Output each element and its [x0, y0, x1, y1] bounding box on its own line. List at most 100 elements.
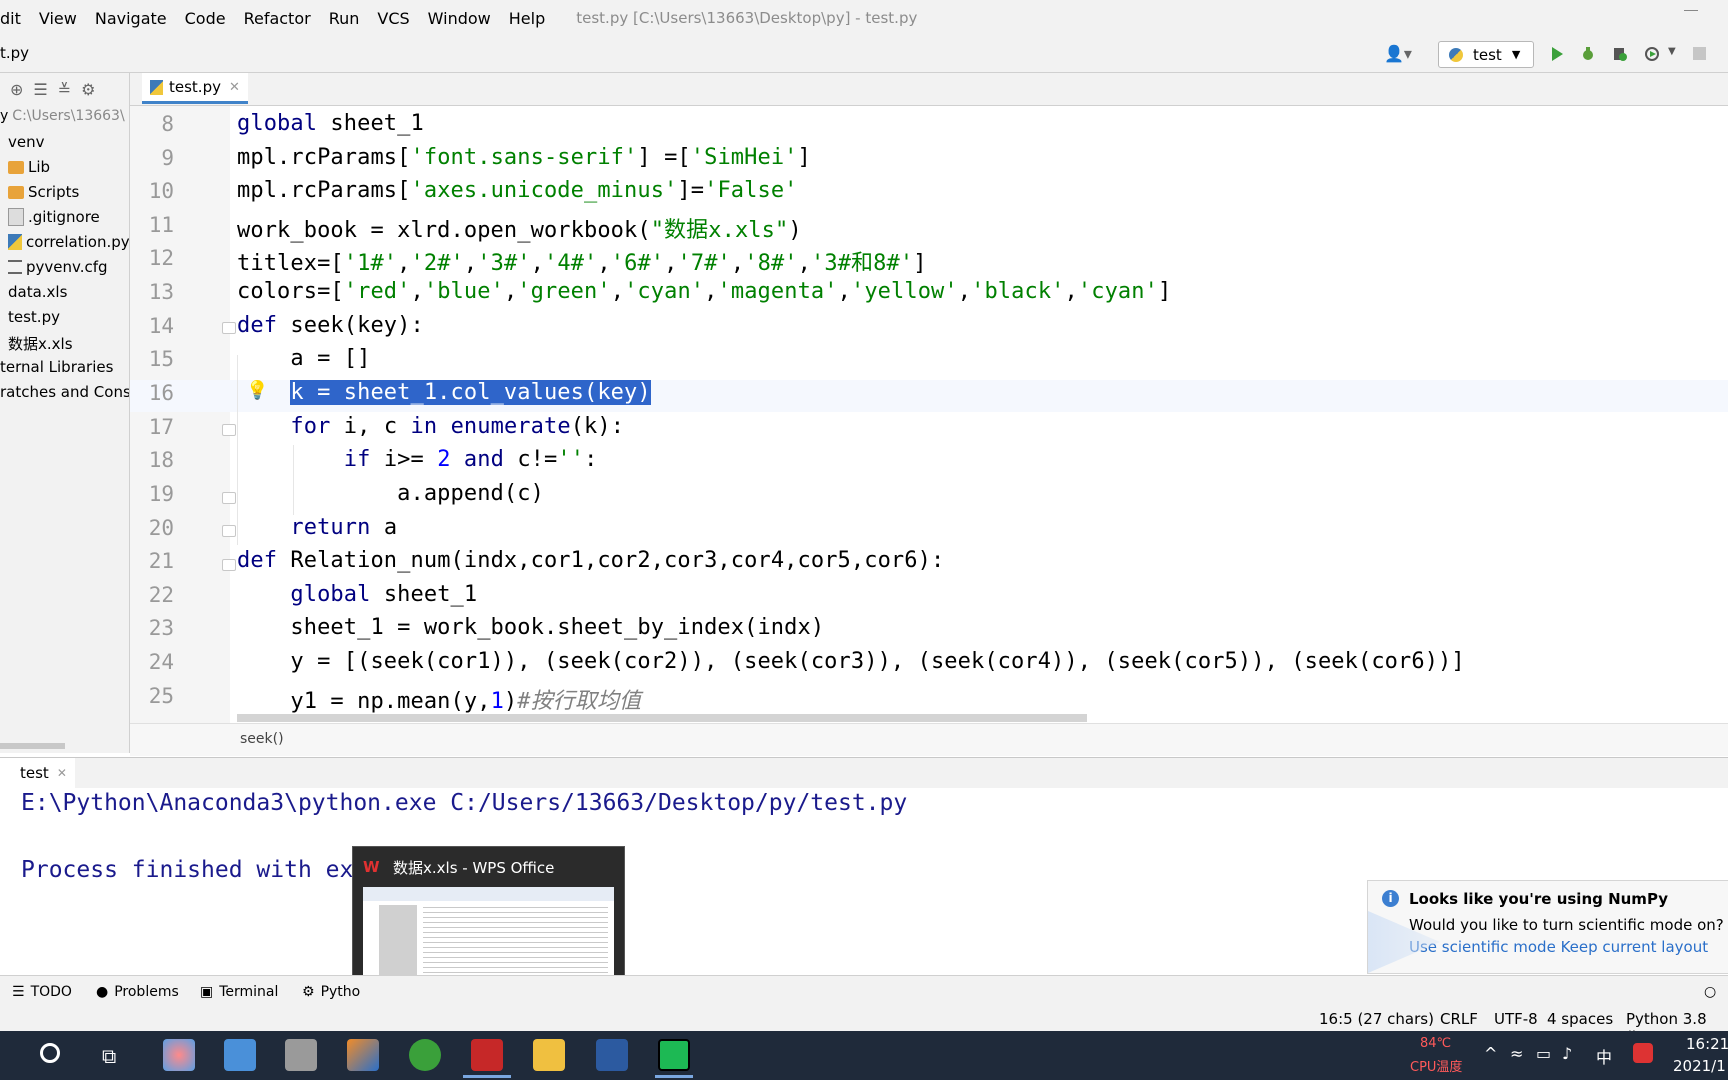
code-line: return a: [290, 515, 398, 540]
menu-run[interactable]: Run: [320, 9, 369, 28]
python-file-icon: [8, 234, 22, 250]
fold-marker[interactable]: [222, 424, 236, 436]
event-log-icon[interactable]: ○: [1704, 984, 1716, 1000]
computer-icon[interactable]: [224, 1039, 256, 1071]
menu-code[interactable]: Code: [176, 9, 235, 28]
tree-item-gitignore[interactable]: .gitignore: [8, 208, 100, 226]
close-icon[interactable]: ✕: [229, 80, 240, 95]
tree-item-label: 数据x.xls: [8, 335, 73, 353]
fold-marker[interactable]: [222, 492, 236, 504]
tree-item-correlation[interactable]: correlation.py: [8, 233, 129, 251]
stop-icon[interactable]: [1693, 47, 1706, 60]
tree-item-shuju-xls[interactable]: 数据x.xls: [8, 333, 73, 354]
menu-view[interactable]: View: [30, 9, 86, 28]
python-console-button[interactable]: ⚙ Pytho: [302, 984, 360, 1000]
project-root[interactable]: y C:\Users\13663\: [0, 108, 125, 124]
config-file-icon: [8, 260, 22, 274]
caret-position[interactable]: 16:5 (27 chars): [1319, 1010, 1434, 1028]
menu-edit[interactable]: dit: [0, 9, 30, 28]
expand-all-icon[interactable]: ☰: [33, 80, 47, 99]
fold-marker[interactable]: [222, 525, 236, 537]
profile-icon[interactable]: [1644, 46, 1660, 62]
close-icon[interactable]: ✕: [57, 766, 67, 780]
code-line: for i, c in enumerate(k):: [290, 414, 625, 439]
tree-item-lib[interactable]: Lib: [8, 158, 50, 176]
task-view-icon[interactable]: ⧉: [102, 1044, 116, 1068]
chevron-up-icon[interactable]: ^: [1484, 1044, 1497, 1063]
indent-setting[interactable]: 4 spaces: [1547, 1010, 1613, 1028]
notification-title: Looks like you're using NumPy: [1409, 890, 1668, 908]
clock-date[interactable]: 2021/1: [1673, 1057, 1726, 1075]
tree-item-venv[interactable]: venv: [8, 133, 45, 151]
minimize-button[interactable]: [1684, 10, 1698, 11]
tree-item-scripts[interactable]: Scripts: [8, 183, 79, 201]
active-app-indicator: [655, 1075, 693, 1078]
pycharm-icon[interactable]: [658, 1039, 690, 1071]
user-icon[interactable]: 👤▾: [1384, 44, 1412, 63]
project-panel: ⊕ ☰ ≚ ⚙ y C:\Users\13663\ venv Lib Script…: [0, 73, 130, 753]
cpu-temp-label: CPU温度: [1410, 1060, 1463, 1075]
app-icon[interactable]: [163, 1039, 195, 1071]
locate-icon[interactable]: ⊕: [10, 80, 23, 99]
wifi-icon[interactable]: ≈: [1510, 1044, 1523, 1063]
line-number: 9: [161, 146, 174, 170]
volume-icon[interactable]: ♪: [1562, 1044, 1572, 1063]
line-number: 25: [148, 684, 174, 708]
window-title: test.py [C:\Users\13663\Desktop\py] - te…: [576, 9, 918, 27]
project-scrollbar[interactable]: [0, 743, 65, 749]
fold-marker[interactable]: [222, 322, 236, 334]
tree-item-test-py[interactable]: test.py: [8, 308, 60, 326]
ime-indicator[interactable]: 中: [1596, 1044, 1612, 1068]
matlab-icon[interactable]: [347, 1039, 379, 1071]
tab-test-py[interactable]: test.py ✕: [142, 73, 248, 104]
gear-icon[interactable]: ⚙: [81, 80, 95, 99]
code-line: work_book = xlrd.open_workbook("数据x.xls"…: [237, 218, 802, 243]
fold-marker[interactable]: [222, 559, 236, 571]
battery-icon[interactable]: ▭: [1536, 1044, 1551, 1063]
file-encoding[interactable]: UTF-8: [1494, 1010, 1538, 1028]
run-icon[interactable]: [1549, 46, 1565, 62]
python-file-icon: [150, 79, 163, 95]
navigation-bar: t.py 👤▾ test ▼ ▼: [0, 36, 1728, 73]
problems-button[interactable]: ● Problems: [96, 984, 179, 1000]
file-explorer-icon[interactable]: [533, 1039, 565, 1071]
search-icon[interactable]: [40, 1043, 60, 1063]
tree-item-data-xls[interactable]: data.xls: [8, 283, 67, 301]
python-console-label: Pytho: [320, 984, 361, 1000]
tree-item-scratches[interactable]: ratches and Consol: [0, 383, 129, 401]
tree-item-external-libraries[interactable]: ternal Libraries: [0, 358, 113, 376]
code-line: colors=['red','blue','green','cyan','mag…: [237, 279, 1172, 304]
notification-actions[interactable]: Use scientific mode Keep current layout: [1409, 938, 1708, 956]
line-separator[interactable]: CRLF: [1440, 1010, 1478, 1028]
debug-icon[interactable]: [1580, 46, 1596, 62]
menu-refactor[interactable]: Refactor: [235, 9, 320, 28]
wps-icon[interactable]: [471, 1039, 503, 1071]
menu-navigate[interactable]: Navigate: [86, 9, 176, 28]
nav-breadcrumb[interactable]: t.py: [0, 44, 29, 62]
active-app-indicator: [463, 1075, 511, 1078]
problems-icon: ●: [96, 984, 109, 1000]
line-number: 23: [148, 616, 174, 640]
todo-button[interactable]: ☰ TODO: [12, 984, 72, 1000]
terminal-button[interactable]: ▣ Terminal: [200, 984, 278, 1000]
clock-time[interactable]: 16:21: [1686, 1035, 1728, 1053]
editor-horizontal-scrollbar[interactable]: [237, 714, 1087, 722]
sogou-icon[interactable]: [1633, 1043, 1653, 1063]
numpy-notification[interactable]: i Looks like you're using NumPy Would yo…: [1367, 880, 1728, 974]
calculator-icon[interactable]: [285, 1039, 317, 1071]
menu-vcs[interactable]: VCS: [368, 9, 418, 28]
app-icon[interactable]: [596, 1039, 628, 1071]
code-breadcrumb[interactable]: seek(): [240, 731, 284, 747]
menu-help[interactable]: Help: [500, 9, 554, 28]
line-number: 15: [148, 347, 174, 371]
profile-menu-chevron-icon[interactable]: ▼: [1668, 46, 1676, 57]
collapse-all-icon[interactable]: ≚: [58, 80, 71, 99]
tree-item-pyvenv[interactable]: pyvenv.cfg: [8, 258, 108, 276]
menu-window[interactable]: Window: [419, 9, 500, 28]
run-config-select[interactable]: test ▼: [1438, 41, 1534, 68]
folder-icon: [8, 185, 24, 199]
coverage-icon[interactable]: [1612, 46, 1628, 62]
tab-run-test[interactable]: test ✕: [0, 758, 75, 788]
status-bar: 16:5 (27 chars) CRLF UTF-8 4 spaces Pyth…: [0, 1007, 1728, 1046]
browser-icon[interactable]: [409, 1039, 441, 1071]
